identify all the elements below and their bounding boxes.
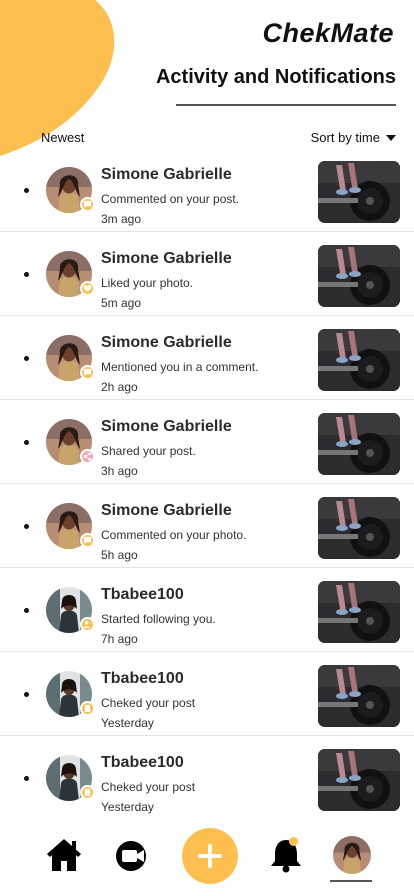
user-avatar[interactable]	[46, 755, 95, 801]
post-thumbnail[interactable]	[318, 581, 400, 643]
notification-username[interactable]: Simone Gabrielle	[101, 250, 232, 268]
notification-username[interactable]: Simone Gabrielle	[101, 166, 232, 184]
notification-message: Liked your photo.	[101, 276, 194, 290]
share-icon	[80, 449, 95, 464]
notification-item[interactable]: Simone Gabrielle Mentioned you in a comme…	[0, 316, 414, 400]
notification-item[interactable]: Tbabee100 Cheked your post Yesterday	[0, 652, 414, 736]
post-thumbnail[interactable]	[318, 329, 400, 391]
notification-time: Yesterday	[101, 716, 154, 730]
notification-username[interactable]: Tbabee100	[101, 586, 184, 604]
notification-message: Cheked your post	[101, 780, 196, 794]
unread-dot	[24, 776, 29, 781]
post-thumbnail[interactable]	[318, 413, 400, 475]
title-divider	[176, 104, 396, 106]
unread-dot	[24, 692, 29, 697]
post-thumbnail[interactable]	[318, 749, 400, 811]
camera-button[interactable]	[113, 838, 153, 874]
user-avatar[interactable]	[46, 251, 95, 297]
notification-time: 2h ago	[101, 380, 138, 394]
home-button[interactable]	[45, 837, 83, 873]
notification-username[interactable]: Simone Gabrielle	[101, 334, 232, 352]
caret-down-icon	[386, 134, 396, 141]
notification-username[interactable]: Simone Gabrielle	[101, 418, 232, 436]
notification-time: 7h ago	[101, 632, 138, 646]
notification-list: Simone Gabrielle Commented on your post. 3…	[0, 148, 414, 820]
user-avatar[interactable]	[46, 587, 95, 633]
notification-username[interactable]: Simone Gabrielle	[101, 502, 232, 520]
user-avatar[interactable]	[46, 419, 95, 465]
post-thumbnail[interactable]	[318, 497, 400, 559]
follow-icon	[80, 617, 95, 632]
flag-icon	[80, 785, 95, 800]
notification-message: Mentioned you in a comment.	[101, 360, 259, 374]
profile-button[interactable]	[333, 836, 371, 874]
notification-time: 5h ago	[101, 548, 138, 562]
unread-dot	[24, 188, 29, 193]
video-camera-icon	[116, 841, 146, 871]
bottom-navigation	[0, 824, 414, 896]
user-avatar[interactable]	[46, 671, 95, 717]
notification-time: 5m ago	[101, 296, 142, 310]
unread-dot	[24, 608, 29, 613]
notification-message: Shared your post.	[101, 444, 196, 458]
notification-time: Yesterday	[101, 800, 154, 814]
unread-dot	[24, 272, 29, 277]
profile-avatar	[333, 836, 371, 874]
post-thumbnail[interactable]	[318, 665, 400, 727]
flag-icon	[80, 701, 95, 716]
home-icon	[47, 839, 81, 871]
active-tab-indicator	[330, 880, 372, 882]
comment-icon	[80, 197, 95, 212]
notification-username[interactable]: Tbabee100	[101, 754, 184, 772]
sort-by-time-dropdown[interactable]: Sort by time	[311, 130, 396, 145]
notification-item[interactable]: Simone Gabrielle Shared your post. 3h ago	[0, 400, 414, 484]
comment-icon	[80, 533, 95, 548]
comment-icon	[80, 365, 95, 380]
app-title: ChekMate	[262, 18, 394, 48]
sort-label: Sort by time	[310, 130, 380, 145]
notification-message: Started following you.	[101, 612, 216, 626]
plus-icon	[198, 844, 222, 868]
notification-message: Commented on your post.	[101, 192, 240, 206]
filter-newest-label[interactable]: Newest	[41, 130, 84, 145]
unread-dot	[24, 524, 29, 529]
post-thumbnail[interactable]	[318, 161, 400, 223]
notification-message: Commented on your photo.	[101, 528, 247, 542]
notification-item[interactable]: Tbabee100 Started following you. 7h ago	[0, 568, 414, 652]
notification-dot	[289, 837, 298, 846]
user-avatar[interactable]	[46, 335, 95, 381]
notification-item[interactable]: Tbabee100 Cheked your post Yesterday	[0, 736, 414, 820]
post-thumbnail[interactable]	[318, 245, 400, 307]
heart-icon	[80, 281, 95, 296]
add-post-button[interactable]	[182, 828, 238, 884]
user-avatar[interactable]	[46, 167, 95, 213]
page-title: Activity and Notifications	[155, 66, 396, 88]
notification-time: 3m ago	[101, 212, 142, 226]
notification-item[interactable]: Simone Gabrielle Commented on your post. 3…	[0, 148, 414, 232]
unread-dot	[24, 356, 29, 361]
unread-dot	[24, 440, 29, 445]
notification-username[interactable]: Tbabee100	[101, 670, 184, 688]
user-avatar[interactable]	[46, 503, 95, 549]
notification-item[interactable]: Simone Gabrielle Liked your photo. 5m ago	[0, 232, 414, 316]
notifications-button[interactable]	[267, 835, 305, 875]
notification-item[interactable]: Simone Gabrielle Commented on your photo.…	[0, 484, 414, 568]
notification-time: 3h ago	[101, 464, 138, 478]
notification-message: Cheked your post	[101, 696, 196, 710]
